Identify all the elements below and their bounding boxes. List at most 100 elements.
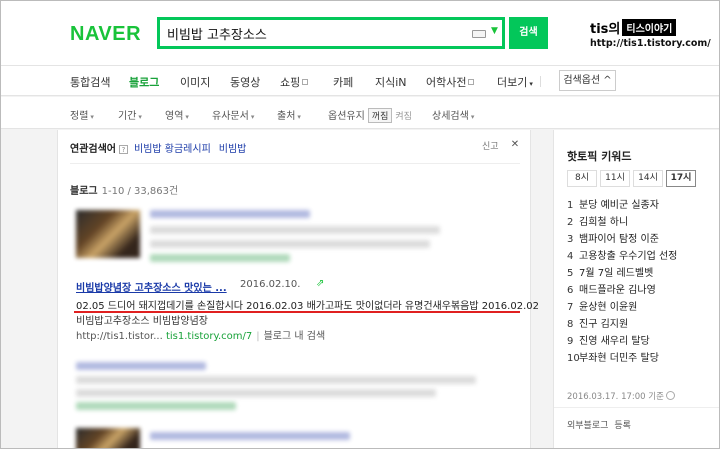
help-icon[interactable]: ? (119, 145, 128, 154)
filter-sort[interactable]: 정렬 ▾ (70, 107, 94, 122)
register-link[interactable]: 등록 (614, 421, 631, 431)
keyword-item[interactable]: 1 분당 예비군 실종자 (567, 196, 659, 212)
close-icon[interactable]: ✕ (509, 139, 521, 151)
keyword-text: 매드플라운 김나영 (579, 285, 656, 296)
nav-divider (540, 76, 541, 87)
naver-logo[interactable]: NAVER (70, 23, 141, 46)
result-snippet: 02.05 드디어 돼지껍데기를 손질합시다 2016.02.03 배가고파도 … (76, 301, 539, 312)
filter-sort-label: 정렬 (70, 111, 89, 122)
tab-dictionary-label: 어학사전 (426, 76, 467, 89)
keyword-text: 뱀파이어 탐정 이준 (579, 234, 659, 245)
chevron-down-icon: ▾ (185, 113, 189, 121)
option-keep: 옵션유지 꺼짐 켜짐 (328, 107, 415, 123)
result-blog-name: 비빔밥고추장소스 비빔밥양념장 (76, 316, 208, 327)
watermark-name: tis의 (590, 22, 621, 37)
toggle-on-button[interactable]: 켜짐 (392, 109, 415, 122)
keyword-item[interactable]: 7 윤상현 이윤원 (567, 298, 637, 314)
blurred-title (150, 432, 350, 440)
tab-kin[interactable]: 지식iN (375, 74, 407, 90)
search-box[interactable]: ▼ (157, 17, 505, 49)
search-input[interactable] (167, 23, 457, 43)
result-title-link[interactable]: 비빔밥양념장 고추장소스 맛있는 ... (76, 279, 227, 294)
tab-more-label: 더보기 (497, 76, 528, 89)
keyword-item[interactable]: 8 진구 김지원 (567, 315, 628, 331)
filter-area[interactable]: 영역 ▾ (165, 107, 189, 122)
keyword-item[interactable]: 9 진영 새우리 탈당 (567, 332, 650, 348)
blurred-title (76, 362, 206, 370)
filter-similar[interactable]: 유사문서 ▾ (212, 107, 254, 122)
tab-more[interactable]: 더보기 ▾ (497, 74, 533, 90)
results-count: 1-10 / 33,863건 (101, 186, 179, 197)
divider (554, 407, 720, 408)
chevron-down-icon: ▾ (297, 113, 301, 121)
result-url-prefix[interactable]: http://tis1.tistor... (76, 331, 163, 342)
keyword-item[interactable]: 6 매드플라운 김나영 (567, 281, 656, 297)
external-square-icon (468, 79, 475, 85)
search-options-button[interactable]: 검색옵션 ^ (559, 70, 616, 91)
filter-detail[interactable]: 상세검색 ▾ (432, 107, 474, 122)
blurred-text (150, 240, 430, 248)
blurred-text (76, 376, 476, 384)
related-searches: 연관검색어? 비빔밥 황금레시피 비빔밥 (70, 140, 254, 155)
main-results: 연관검색어? 비빔밥 황금레시피 비빔밥 신고 ✕ 블로그 1-10 / 33,863… (57, 130, 539, 449)
blog-search-link[interactable]: 블로그 내 검색 (264, 331, 326, 342)
tab-dictionary[interactable]: 어학사전 (426, 74, 475, 90)
results-title: 블로그 (70, 186, 98, 197)
blurred-url (150, 254, 290, 262)
tab-integrated[interactable]: 통합검색 (70, 74, 110, 90)
keyword-item[interactable]: 4 고용창출 우수기업 선정 (567, 247, 677, 263)
keyword-text: 분당 예비군 실종자 (579, 200, 659, 211)
external-blog: 외부블로그 등록 (567, 418, 631, 431)
divider (70, 163, 520, 164)
related-term-1[interactable]: 비빔밥 황금레시피 (134, 144, 211, 155)
keyword-item[interactable]: 5 7월 7일 레드벨벳 (567, 264, 653, 280)
option-keep-label: 옵션유지 (328, 111, 365, 122)
keyword-text: 김희철 하니 (579, 217, 629, 228)
keyword-item[interactable]: 3 뱀파이어 탐정 이준 (567, 230, 659, 246)
filter-period[interactable]: 기간 ▾ (118, 107, 142, 122)
tab-image[interactable]: 이미지 (180, 74, 210, 90)
blurred-url (76, 402, 236, 410)
related-term-2[interactable]: 비빔밥 (219, 144, 247, 155)
keyboard-icon[interactable] (472, 30, 486, 38)
result-date: 2016.02.10. (240, 279, 301, 290)
autocomplete-arrow-icon[interactable]: ▼ (491, 26, 498, 36)
external-blog-label: 외부블로그 (567, 421, 609, 431)
keyword-text: 윤상현 이윤원 (579, 302, 638, 313)
refresh-icon[interactable] (665, 391, 675, 400)
tab-shopping-label: 쇼핑 (280, 76, 301, 89)
header: NAVER ▼ 검색 tis의티스이야기 http://tis1.tistory… (0, 0, 720, 66)
tab-video[interactable]: 동영상 (230, 74, 260, 90)
tab-cafe[interactable]: 카페 (333, 74, 353, 90)
chevron-down-icon: ▾ (529, 80, 533, 88)
time-tab[interactable]: 8시 (567, 170, 597, 187)
time-tab[interactable]: 14시 (633, 170, 663, 187)
keyword-text: 진영 새우리 탈당 (579, 336, 650, 347)
filter-area-label: 영역 (165, 111, 184, 122)
filter-row: 정렬 ▾ 기간 ▾ 영역 ▾ 유사문서 ▾ 출처 ▾ 옵션유지 꺼짐 켜짐 상세검색 ▾ (0, 97, 720, 129)
filter-source[interactable]: 출처 ▾ (277, 107, 301, 122)
keyword-text: 7월 7일 레드벨벳 (579, 268, 654, 279)
tab-blog[interactable]: 블로그 (129, 74, 159, 90)
watermark-tag: 티스이야기 (622, 19, 677, 36)
keyword-text: 고용창출 우수기업 선정 (579, 251, 678, 262)
results-header: 블로그 1-10 / 33,863건 (70, 182, 178, 197)
hot-topic-title: 핫토픽 키워드 (567, 150, 632, 163)
keyword-timestamp: 2016.03.17. 17:00 기준 (567, 390, 675, 402)
result-thumbnail (76, 210, 140, 258)
keyword-item[interactable]: 10부좌현 더민주 탈당 (567, 349, 659, 365)
report-button[interactable]: 신고 (482, 139, 499, 152)
keyword-item[interactable]: 2 김희철 하니 (567, 213, 628, 229)
search-button[interactable]: 검색 (509, 17, 548, 49)
chevron-down-icon: ▾ (470, 113, 475, 121)
result-url-link[interactable]: tis1.tistory.com/7 (166, 331, 252, 342)
time-tab-active[interactable]: 17시 (666, 170, 696, 187)
toggle-off-button[interactable]: 꺼짐 (367, 108, 393, 123)
share-icon[interactable]: ⇗ (316, 278, 324, 289)
tab-shopping[interactable]: 쇼핑 (280, 74, 309, 90)
hot-topic-panel: 핫토픽 키워드 8시 11시 14시 17시 1 분당 예비군 실종자 2 김희철 … (553, 130, 720, 449)
external-square-icon (302, 79, 309, 85)
separator: | (256, 331, 260, 342)
time-tab[interactable]: 11시 (600, 170, 630, 187)
filter-detail-label: 상세검색 (432, 111, 469, 122)
